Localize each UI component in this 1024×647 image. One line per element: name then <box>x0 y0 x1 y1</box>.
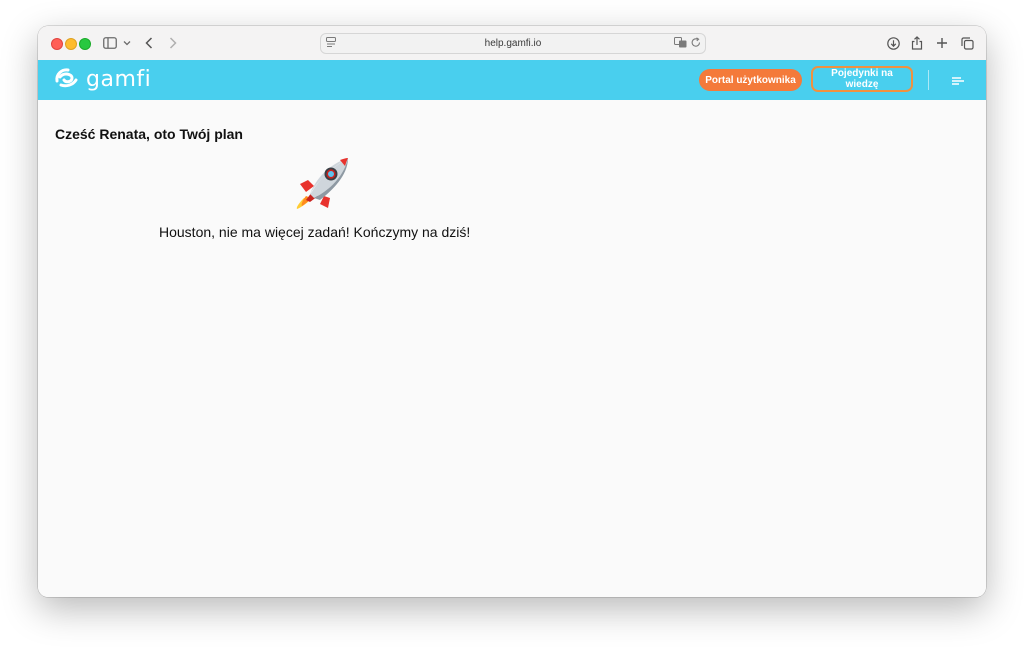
new-tab-icon[interactable] <box>935 34 949 52</box>
empty-tasks-message: Houston, nie ma więcej zadań! Kończymy n… <box>159 224 471 240</box>
portal-uzytkownika-button[interactable]: Portal użytkownika <box>699 69 802 91</box>
gamfi-logo-text: gamfi <box>86 67 152 92</box>
url-text: help.gamfi.io <box>484 38 542 49</box>
sidebar-icon[interactable] <box>102 34 118 52</box>
app-header: gamfi Portal użytkownika Pojedynki na wi… <box>38 60 986 100</box>
chevron-down-icon[interactable] <box>122 34 132 52</box>
address-bar[interactable]: help.gamfi.io <box>320 33 706 54</box>
rocket-icon <box>294 154 354 215</box>
tabs-overview-icon[interactable] <box>960 34 974 52</box>
reader-icon[interactable] <box>326 37 336 51</box>
greeting-title: Cześć Renata, oto Twój plan <box>55 126 243 142</box>
close-window-button[interactable] <box>51 38 63 50</box>
forward-icon[interactable] <box>166 34 180 52</box>
share-icon[interactable] <box>910 34 924 52</box>
pojedynki-na-wiedze-button[interactable]: Pojedynki na wiedzę <box>811 66 913 92</box>
reload-icon[interactable] <box>691 37 701 51</box>
browser-window: help.gamfi.io gamfi Portal użytkownika P… <box>38 26 986 597</box>
translate-icon[interactable] <box>674 37 687 51</box>
main-content: Cześć Renata, oto Twój plan Houston, nie… <box>38 100 986 597</box>
menu-icon[interactable] <box>951 74 965 86</box>
header-divider <box>928 70 929 90</box>
zoom-window-button[interactable] <box>79 38 91 50</box>
minimize-window-button[interactable] <box>65 38 77 50</box>
download-icon[interactable] <box>886 34 900 52</box>
browser-toolbar: help.gamfi.io <box>38 26 986 61</box>
back-icon[interactable] <box>142 34 156 52</box>
gamfi-logo[interactable]: gamfi <box>54 66 151 93</box>
gamfi-logo-icon <box>54 66 80 93</box>
